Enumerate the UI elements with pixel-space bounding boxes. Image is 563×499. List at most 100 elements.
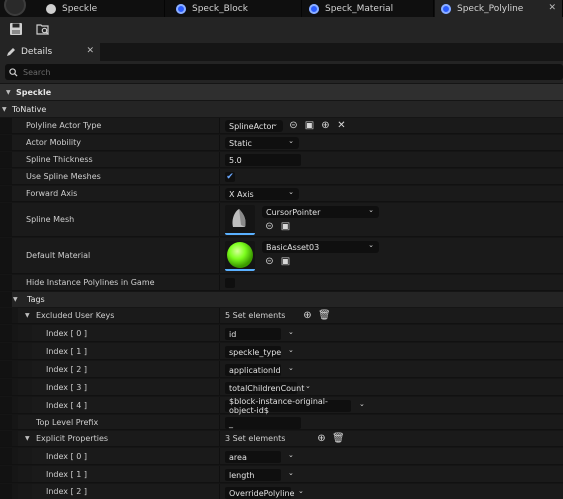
tab-speck-block[interactable]: Speck_Block bbox=[170, 0, 302, 17]
element-index-label: Index [ 1 ] bbox=[46, 346, 87, 356]
trash-icon[interactable]: 🗑 bbox=[332, 433, 345, 444]
property-label: Polyline Actor Type bbox=[26, 121, 102, 130]
property-label: Spline Mesh bbox=[26, 215, 75, 224]
spline-mesh-thumbnail[interactable] bbox=[225, 205, 255, 235]
set-element-row: Index [ 1 ] length ⌄ bbox=[0, 466, 563, 483]
document-tab-bar: Speckle Speck_Block Speck_Material Speck… bbox=[0, 0, 563, 17]
chevron-down-icon[interactable]: ⌄ bbox=[359, 400, 365, 408]
add-icon[interactable]: ⊕ bbox=[320, 120, 331, 131]
chevron-down-icon[interactable]: ⌄ bbox=[305, 382, 311, 390]
element-value-input[interactable]: length bbox=[225, 469, 281, 481]
browse-asset-icon[interactable]: ▣ bbox=[280, 221, 291, 232]
tab-label: Speck_Material bbox=[325, 3, 394, 14]
toolbar bbox=[0, 17, 563, 43]
material-sphere-icon bbox=[227, 242, 253, 268]
collapse-arrow-icon: ▼ bbox=[2, 105, 7, 113]
property-row-spline-thickness: Spline Thickness 5.0 bbox=[0, 152, 563, 168]
blueprint-icon bbox=[309, 3, 319, 14]
collapse-arrow-icon[interactable]: ▼ bbox=[25, 312, 30, 319]
collapse-arrow-icon[interactable]: ▼ bbox=[25, 435, 30, 442]
element-value-input[interactable]: totalChildrenCount bbox=[225, 382, 304, 394]
set-element-row: Index [ 2 ] OverridePolyline ⌄ bbox=[0, 484, 563, 499]
tab-speckle[interactable]: Speckle bbox=[40, 0, 165, 17]
element-index-label: Index [ 0 ] bbox=[46, 451, 87, 461]
property-row-actor-mobility: Actor Mobility Static ⌄ bbox=[0, 135, 563, 151]
search-icon bbox=[9, 67, 18, 77]
actor-mobility-dropdown[interactable]: Static ⌄ bbox=[225, 137, 299, 149]
spline-mesh-asset-dropdown[interactable]: CursorPointer ⌄ bbox=[262, 206, 379, 218]
save-icon bbox=[10, 23, 22, 35]
property-row-forward-axis: Forward Axis X Axis ⌄ bbox=[0, 186, 563, 202]
add-element-icon[interactable]: ⊕ bbox=[302, 310, 313, 321]
property-row-spline-mesh: Spline Mesh CursorPointer ⌄ ⊝ ▣ bbox=[0, 203, 563, 237]
browse-asset-icon[interactable]: ▣ bbox=[280, 256, 291, 267]
property-label: Default Material bbox=[26, 251, 91, 260]
element-value-input[interactable]: area bbox=[225, 451, 281, 463]
blueprint-icon bbox=[441, 3, 451, 14]
chevron-down-icon[interactable]: ⌄ bbox=[288, 451, 294, 459]
property-row-polyline-actor-type: Polyline Actor Type SplineActor ⌄ ⊝ ▣ ⊕ … bbox=[0, 118, 563, 134]
set-element-row: Index [ 0 ] id ⌄ bbox=[0, 325, 563, 342]
collapse-arrow-icon: ▼ bbox=[13, 296, 18, 303]
tab-speck-material[interactable]: Speck_Material bbox=[303, 0, 434, 17]
chevron-down-icon[interactable]: ⌄ bbox=[288, 328, 294, 336]
property-row-top-level-prefix: Top Level Prefix _ bbox=[0, 415, 563, 430]
element-index-label: Index [ 4 ] bbox=[46, 400, 87, 410]
use-selected-icon[interactable]: ⊝ bbox=[264, 256, 275, 267]
dropdown-value: CursorPointer bbox=[266, 207, 321, 217]
save-button[interactable] bbox=[9, 22, 25, 38]
property-label: Use Spline Meshes bbox=[26, 172, 101, 181]
property-label: Hide Instance Polylines in Game bbox=[26, 278, 155, 287]
tab-speck-polyline[interactable]: Speck_Polyline ✕ bbox=[435, 0, 563, 17]
chevron-down-icon: ⌄ bbox=[272, 120, 278, 128]
set-element-row: Index [ 1 ] speckle_type ⌄ bbox=[0, 343, 563, 360]
search-field[interactable] bbox=[5, 64, 563, 80]
close-icon[interactable]: ✕ bbox=[86, 46, 94, 56]
set-elements-count: 3 Set elements bbox=[225, 434, 286, 443]
property-label: Excluded User Keys bbox=[36, 311, 115, 320]
chevron-down-icon[interactable]: ⌄ bbox=[288, 346, 294, 354]
default-material-asset-dropdown[interactable]: BasicAsset03 ⌄ bbox=[262, 241, 379, 253]
category-to-native[interactable]: ▼ ToNative bbox=[0, 101, 563, 117]
hide-instance-polylines-checkbox[interactable] bbox=[225, 278, 235, 288]
tab-label: Speck_Block bbox=[192, 3, 248, 14]
browse-button[interactable] bbox=[36, 22, 52, 38]
tab-details[interactable]: Details ✕ bbox=[0, 43, 100, 61]
polyline-actor-type-dropdown[interactable]: SplineActor ⌄ bbox=[225, 120, 283, 132]
element-value-input[interactable]: speckle_type bbox=[225, 346, 281, 358]
element-index-label: Index [ 1 ] bbox=[46, 469, 87, 479]
tab-label: Details bbox=[21, 47, 53, 57]
spline-thickness-input[interactable]: 5.0 bbox=[225, 154, 301, 166]
trash-icon[interactable]: 🗑 bbox=[318, 310, 331, 321]
chevron-down-icon[interactable]: ⌄ bbox=[288, 469, 294, 477]
add-element-icon[interactable]: ⊕ bbox=[316, 433, 327, 444]
clear-icon[interactable]: ✕ bbox=[336, 120, 347, 131]
chevron-down-icon[interactable]: ⌄ bbox=[288, 364, 294, 372]
forward-axis-dropdown[interactable]: X Axis ⌄ bbox=[225, 188, 299, 200]
use-selected-icon[interactable]: ⊝ bbox=[288, 120, 299, 131]
element-value-input[interactable]: id bbox=[225, 328, 281, 340]
property-row-excluded-user-keys: ▼ Excluded User Keys 5 Set elements ⊕ 🗑 bbox=[0, 308, 563, 324]
property-row-hide-instance-polylines: Hide Instance Polylines in Game bbox=[0, 275, 563, 291]
set-elements-count: 5 Set elements bbox=[225, 311, 286, 320]
tab-label: Speck_Polyline bbox=[457, 3, 524, 14]
category-speckle[interactable]: ▼ Speckle bbox=[0, 84, 563, 100]
use-selected-icon[interactable]: ⊝ bbox=[264, 221, 275, 232]
set-element-row: Index [ 4 ] $block-instance-original-obj… bbox=[0, 397, 563, 415]
element-value-input[interactable]: $block-instance-original-object-id$ bbox=[225, 397, 351, 415]
use-spline-meshes-checkbox[interactable]: ✔ bbox=[225, 172, 235, 182]
tab-label: Speckle bbox=[62, 3, 98, 14]
default-material-thumbnail[interactable] bbox=[225, 241, 255, 271]
close-icon[interactable]: ✕ bbox=[548, 3, 556, 13]
element-value-input[interactable]: OverridePolyline bbox=[225, 487, 294, 499]
dropdown-value: Static bbox=[229, 138, 252, 148]
search-input[interactable] bbox=[23, 67, 523, 77]
chevron-down-icon: ⌄ bbox=[288, 137, 294, 145]
category-label: ToNative bbox=[12, 104, 47, 114]
browse-asset-icon[interactable]: ▣ bbox=[304, 120, 315, 131]
chevron-down-icon[interactable]: ⌄ bbox=[298, 487, 304, 495]
category-tags[interactable]: ▼ Tags bbox=[0, 292, 563, 307]
top-level-prefix-input[interactable]: _ bbox=[225, 417, 301, 429]
unreal-engine-logo[interactable] bbox=[4, 0, 26, 16]
element-value-input[interactable]: applicationId bbox=[225, 364, 281, 376]
